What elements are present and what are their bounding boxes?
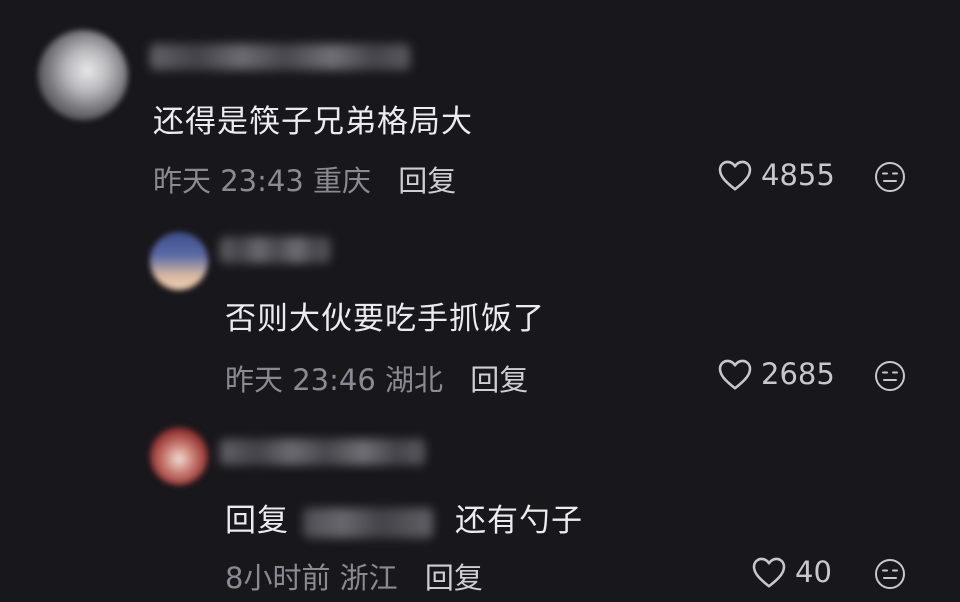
comment-text: 否则大伙要吃手抓饭了 (225, 301, 545, 337)
comment-text: 还得是筷子兄弟格局大 (153, 104, 473, 140)
meh-face-icon (875, 361, 905, 391)
reply-prefix: 回复 (225, 503, 289, 539)
username-blurred[interactable] (220, 237, 330, 263)
avatar[interactable] (150, 232, 208, 290)
comment-body: 还有勺子 (455, 503, 583, 539)
avatar[interactable] (150, 427, 208, 485)
reply-comment-item: 回复 还有勺子 8小时前 浙江 回复 40 (0, 415, 960, 602)
avatar[interactable] (38, 30, 128, 120)
comment-time: 昨天 23:43 (153, 164, 304, 198)
like-count: 2685 (761, 357, 835, 391)
meh-face-icon (875, 559, 905, 589)
like-button[interactable]: 4855 (717, 158, 835, 192)
heart-outline-icon (718, 160, 752, 191)
like-count: 40 (795, 555, 832, 589)
username-blurred[interactable] (220, 439, 425, 465)
dislike-button[interactable] (874, 558, 906, 594)
comment-text: 回复 还有勺子 (225, 495, 583, 540)
mentioned-user-blurred[interactable] (303, 507, 433, 538)
comment-item: 还得是筷子兄弟格局大 昨天 23:43 重庆 回复 4855 (0, 0, 960, 215)
username-blurred[interactable] (150, 44, 410, 70)
dislike-button[interactable] (874, 161, 906, 197)
reply-button[interactable]: 回复 (425, 561, 483, 595)
comment-location: 重庆 (313, 164, 372, 198)
like-button[interactable]: 2685 (717, 357, 835, 391)
heart-outline-icon (718, 359, 752, 390)
comment-time: 8小时前 (225, 561, 331, 595)
comment-time: 昨天 23:46 (225, 363, 376, 397)
heart-outline-icon (752, 557, 786, 588)
comment-meta: 昨天 23:46 湖北 回复 (225, 357, 528, 399)
dislike-button[interactable] (874, 360, 906, 396)
like-button[interactable]: 40 (751, 555, 832, 589)
comment-location: 湖北 (385, 363, 444, 397)
comment-meta: 昨天 23:43 重庆 回复 (153, 158, 456, 200)
reply-button[interactable]: 回复 (398, 164, 456, 198)
reply-button[interactable]: 回复 (470, 363, 528, 397)
comment-meta: 8小时前 浙江 回复 (225, 555, 483, 597)
reply-comment-item: 否则大伙要吃手抓饭了 昨天 23:46 湖北 回复 2685 (0, 215, 960, 415)
comment-location: 浙江 (339, 561, 398, 595)
meh-face-icon (875, 162, 905, 192)
like-count: 4855 (761, 158, 835, 192)
